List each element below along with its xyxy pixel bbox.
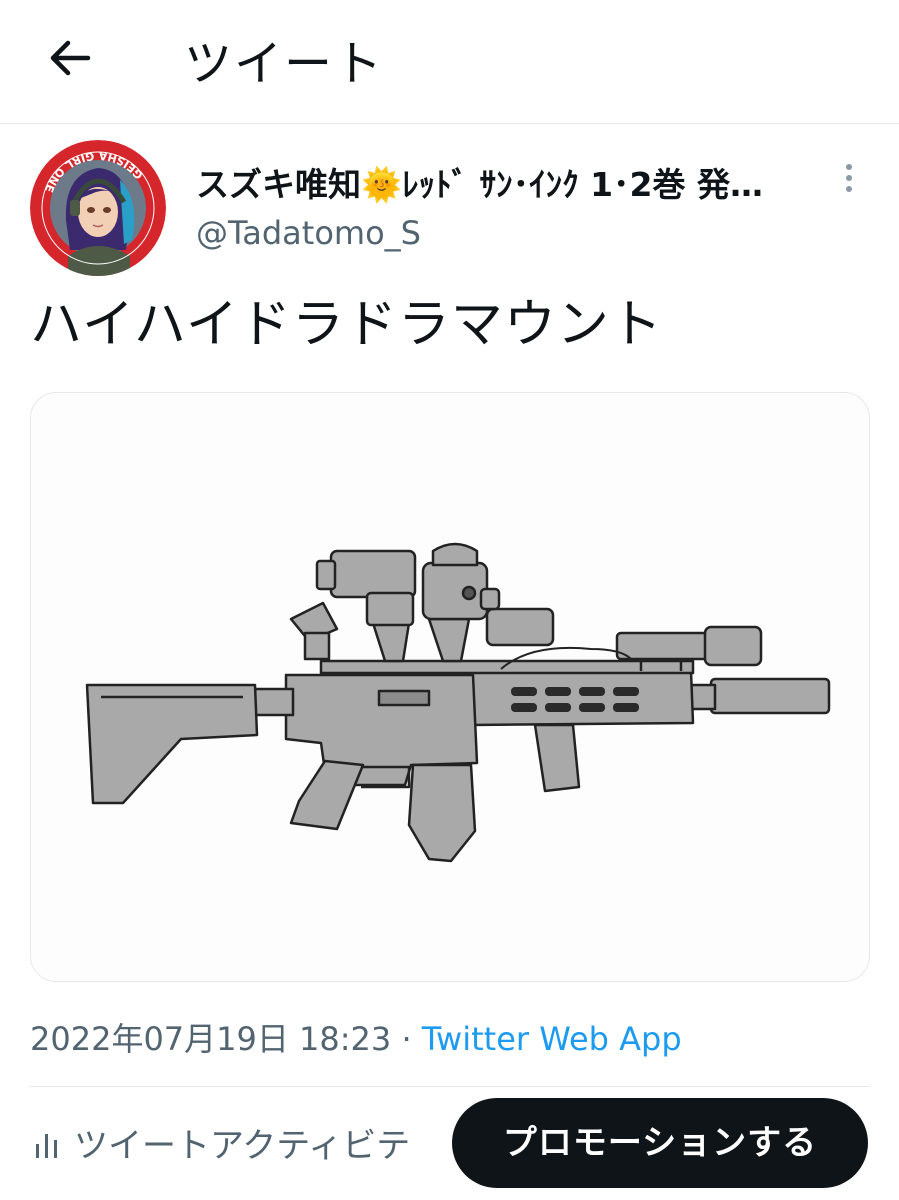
tweet-meta: 2022年07月19日 18:23 · Twitter Web App xyxy=(30,1014,682,1060)
tweet-activity-link[interactable]: ツイートアクティビテ xyxy=(30,1118,460,1168)
tweet-source-link[interactable]: Twitter Web App xyxy=(422,1020,682,1058)
author-handle[interactable]: @Tadatomo_S xyxy=(196,214,421,252)
more-dots-icon xyxy=(846,164,852,170)
author-display-name[interactable]: スズキ唯知🌞ﾚｯﾄﾞ ｻﾝ･ｲﾝｸ 1･2巻 発… xyxy=(196,158,816,206)
tweet-date: 2022年07月19日 18:23 xyxy=(30,1020,392,1058)
meta-separator: · xyxy=(401,1020,412,1058)
page-title: ツイート xyxy=(184,36,385,92)
bar-chart-icon xyxy=(36,1134,57,1158)
back-button[interactable] xyxy=(40,28,100,88)
top-bar: ツイート xyxy=(0,0,899,124)
tweet-activity-label: ツイートアクティビテ xyxy=(74,1126,411,1166)
more-options-button[interactable] xyxy=(834,160,864,200)
divider xyxy=(30,1086,870,1087)
avatar[interactable]: GEISHA GIRL ONE xyxy=(30,140,166,276)
arrow-left-icon xyxy=(50,40,91,76)
rifle-illustration xyxy=(85,542,831,863)
tweet-media[interactable] xyxy=(30,392,870,982)
tweet-text: ハイハイドラドラマウント xyxy=(30,295,663,355)
avatar-image: GEISHA GIRL ONE xyxy=(30,140,166,276)
promote-button[interactable]: プロモーションする xyxy=(452,1098,868,1188)
